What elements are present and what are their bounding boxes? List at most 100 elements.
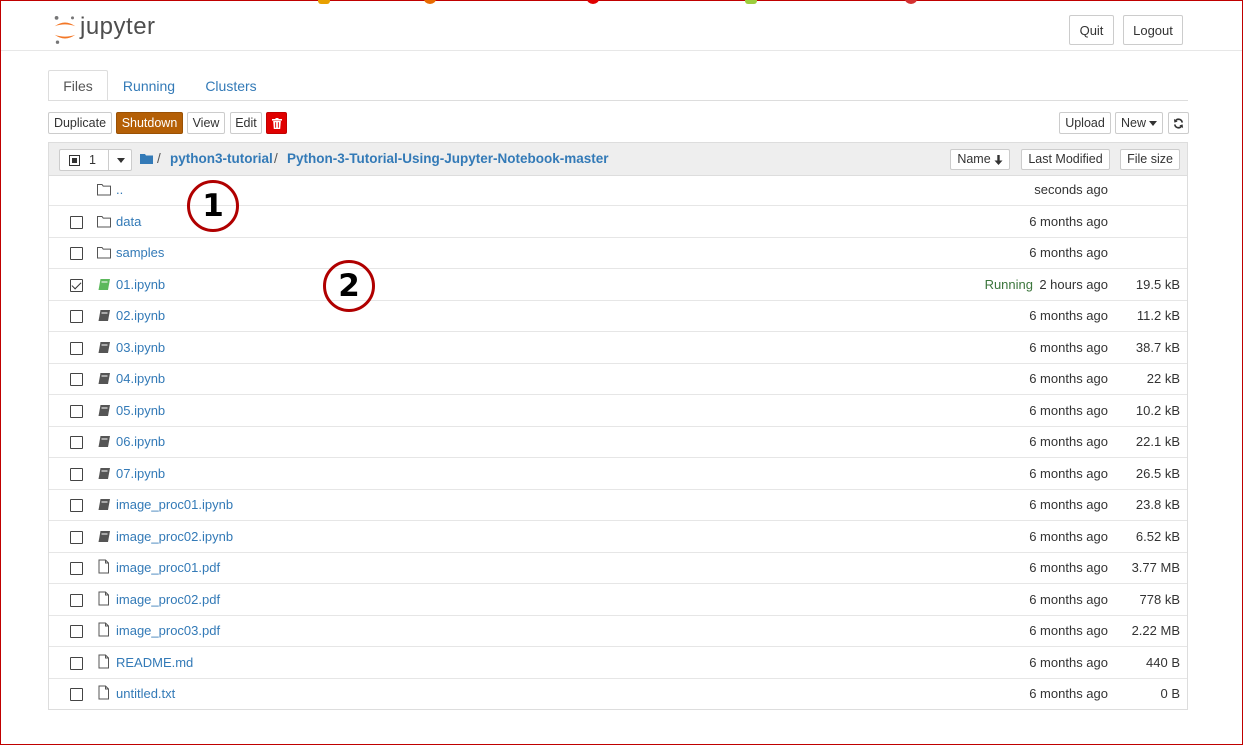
file-size: 38.7 kB	[1135, 339, 1180, 355]
row-checkbox[interactable]	[70, 530, 83, 544]
file-row[interactable]: 06.ipynb 6 months ago 22.1 kB	[49, 427, 1187, 458]
file-modified-time: 6 months ago	[1029, 339, 1108, 355]
tab-favicon	[905, 0, 917, 4]
file-row[interactable]: 02.ipynb 6 months ago 11.2 kB	[49, 301, 1187, 332]
tab-favicon	[424, 0, 436, 4]
tab-running[interactable]: Running	[114, 70, 184, 101]
row-checkbox[interactable]	[70, 278, 83, 292]
running-status: Running	[984, 276, 1033, 292]
row-checkbox[interactable]	[70, 593, 83, 607]
new-dropdown-button[interactable]: New	[1115, 112, 1163, 134]
file-modified-time: 6 months ago	[1029, 686, 1108, 701]
file-row[interactable]: image_proc02.ipynb 6 months ago 6.52 kB	[49, 522, 1187, 553]
row-checkbox[interactable]	[70, 436, 83, 449]
row-checkbox[interactable]	[70, 625, 83, 638]
file-row[interactable]: image_proc03.pdf 6 months ago 2.22 MB	[49, 616, 1187, 647]
row-checkbox[interactable]	[70, 373, 83, 386]
breadcrumb-separator: /	[274, 151, 278, 166]
notebook-icon	[97, 498, 110, 511]
row-checkbox[interactable]	[70, 404, 83, 418]
file-name-link[interactable]: 02.ipynb	[116, 308, 165, 323]
file-size: 440 B	[1146, 654, 1180, 670]
row-checkbox[interactable]	[70, 656, 83, 670]
duplicate-button[interactable]: Duplicate	[48, 112, 112, 134]
file-row[interactable]: 05.ipynb 6 months ago 10.2 kB	[49, 396, 1187, 427]
file-name-link[interactable]: image_proc01.pdf	[116, 560, 220, 575]
sort-by-last-modified-button[interactable]: Last Modified	[1021, 149, 1110, 170]
file-name-link[interactable]: image_proc02.pdf	[116, 592, 220, 607]
upload-button[interactable]: Upload	[1059, 112, 1111, 134]
tab-files[interactable]: Files	[48, 70, 108, 101]
file-row[interactable]: samples 6 months ago	[49, 238, 1187, 269]
file-row[interactable]: image_proc02.pdf 6 months ago 778 kB	[49, 585, 1187, 616]
logout-button[interactable]: Logout	[1123, 15, 1183, 45]
sort-name-label: Name	[957, 152, 991, 167]
folder-icon	[97, 215, 111, 227]
row-checkbox[interactable]	[70, 341, 83, 355]
row-checkbox[interactable]	[70, 562, 83, 575]
file-name-link[interactable]: samples	[116, 245, 164, 260]
file-modified-time: 6 months ago	[1029, 528, 1108, 544]
file-row[interactable]: image_proc01.pdf 6 months ago 3.77 MB	[49, 553, 1187, 584]
file-name-link[interactable]: data	[116, 214, 141, 229]
file-name-link[interactable]: README.md	[116, 655, 193, 670]
trash-icon	[271, 117, 282, 129]
file-row[interactable]: 01.ipynb Running 2 hours ago 19.5 kB	[49, 270, 1187, 301]
file-row[interactable]: 07.ipynb 6 months ago 26.5 kB	[49, 459, 1187, 490]
file-list-header: 1 / python3-tutorial / Python-3-Tutorial…	[49, 143, 1187, 176]
caret-down-icon	[1149, 120, 1158, 126]
row-checkbox[interactable]	[70, 310, 83, 323]
quit-button[interactable]: Quit	[1069, 15, 1114, 45]
file-size: 22 kB	[1146, 371, 1180, 386]
file-name-link[interactable]: 03.ipynb	[116, 340, 165, 355]
file-name-link[interactable]: 04.ipynb	[116, 371, 165, 386]
file-name-link[interactable]: image_proc01.ipynb	[116, 497, 233, 512]
file-size: 0 B	[1160, 686, 1180, 701]
row-checkbox[interactable]	[70, 499, 83, 512]
file-name-link[interactable]: 06.ipynb	[116, 434, 165, 449]
sort-by-file-size-button[interactable]: File size	[1120, 149, 1180, 170]
file-modified-time: seconds ago	[1034, 182, 1108, 197]
sort-by-name-button[interactable]: Name	[950, 149, 1010, 170]
file-size: 11.2 kB	[1136, 308, 1180, 323]
caret-down-icon	[117, 158, 125, 163]
file-size: 26.5 kB	[1135, 465, 1180, 481]
breadcrumb-link-current-folder[interactable]: Python-3-Tutorial-Using-Jupyter-Notebook…	[287, 151, 609, 166]
row-checkbox[interactable]	[70, 247, 83, 260]
breadcrumb-separator: /	[157, 151, 161, 166]
file-name-link[interactable]: untitled.txt	[116, 686, 175, 701]
select-all-dropdown[interactable]: 1	[59, 149, 132, 171]
breadcrumb-link-python3-tutorial[interactable]: python3-tutorial	[170, 151, 273, 166]
tab-clusters[interactable]: Clusters	[196, 70, 266, 101]
file-row[interactable]: README.md 6 months ago 440 B	[49, 648, 1187, 679]
file-size: 778 kB	[1139, 591, 1180, 607]
notebook-icon	[97, 309, 110, 322]
tab-favicon	[587, 0, 599, 4]
file-name-link[interactable]: image_proc03.pdf	[116, 623, 220, 638]
dropdown-divider	[108, 150, 109, 170]
file-modified-time: 6 months ago	[1029, 402, 1108, 418]
edit-button[interactable]: Edit	[230, 112, 262, 134]
delete-button[interactable]	[266, 112, 287, 134]
shutdown-button[interactable]: Shutdown	[116, 112, 183, 134]
view-button[interactable]: View	[187, 112, 225, 134]
file-row[interactable]: 03.ipynb 6 months ago 38.7 kB	[49, 333, 1187, 364]
file-name-link[interactable]: 05.ipynb	[116, 403, 165, 418]
annotation-circle-1: 1	[187, 180, 239, 232]
select-all-checkbox[interactable]	[69, 154, 80, 166]
file-row[interactable]: image_proc01.ipynb 6 months ago 23.8 kB	[49, 490, 1187, 521]
file-name-link[interactable]: image_proc02.ipynb	[116, 529, 233, 544]
file-row[interactable]: untitled.txt 6 months ago 0 B	[49, 679, 1187, 710]
tabs-divider	[48, 100, 1188, 101]
refresh-button[interactable]	[1168, 112, 1189, 134]
file-name-link[interactable]: 07.ipynb	[116, 466, 165, 481]
file-modified-time: 6 months ago	[1029, 654, 1108, 670]
file-modified-time: 2 hours ago	[1039, 276, 1108, 292]
file-name-link[interactable]: ..	[116, 182, 123, 197]
file-size: 6.52 kB	[1135, 528, 1180, 544]
row-checkbox[interactable]	[70, 215, 83, 229]
row-checkbox[interactable]	[70, 467, 83, 481]
row-checkbox[interactable]	[70, 688, 83, 701]
file-name-link[interactable]: 01.ipynb	[116, 277, 165, 292]
file-row[interactable]: 04.ipynb 6 months ago 22 kB	[49, 364, 1187, 395]
